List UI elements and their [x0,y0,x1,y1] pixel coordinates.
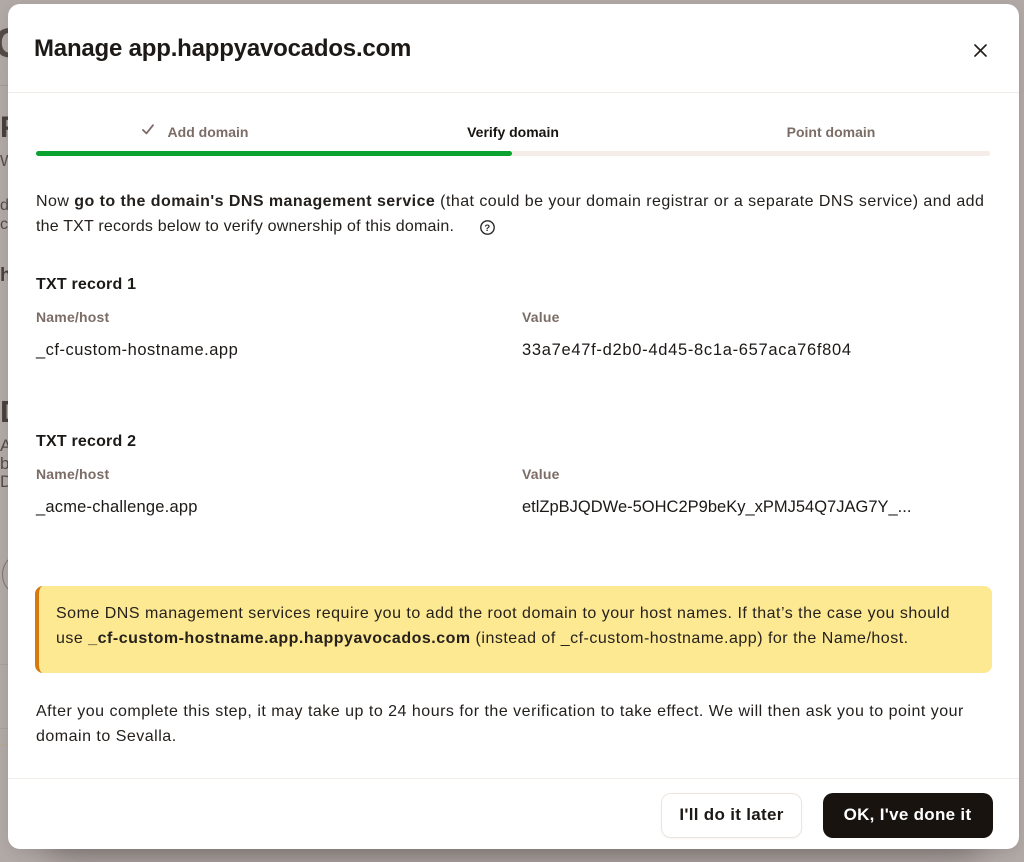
svg-text:?: ? [484,222,490,233]
